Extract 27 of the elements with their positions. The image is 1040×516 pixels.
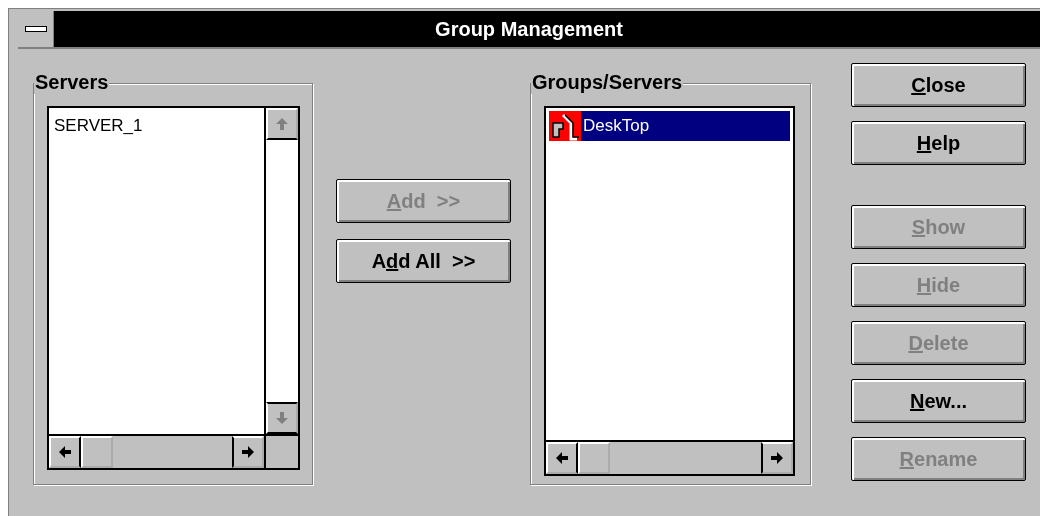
arrow-right-icon (241, 445, 255, 459)
horizontal-scrollbar[interactable] (546, 440, 793, 474)
minus-icon (24, 26, 47, 32)
scroll-thumb[interactable] (81, 436, 113, 468)
horizontal-scrollbar[interactable] (49, 434, 264, 468)
arrow-right-icon (770, 451, 784, 465)
arrow-left-icon (555, 451, 569, 465)
list-item[interactable]: SERVER_1 (52, 111, 261, 141)
window-title: Group Management (434, 17, 624, 41)
push-button[interactable]: New... (851, 379, 1026, 423)
push-button[interactable]: Add All >> (336, 239, 511, 283)
arrow-down-icon (275, 411, 289, 425)
scroll-up-button[interactable] (266, 108, 298, 140)
scroll-right-button[interactable] (761, 442, 793, 474)
vertical-scrollbar[interactable] (264, 108, 298, 434)
arrow-up-icon (275, 117, 289, 131)
group-icon (549, 111, 581, 141)
push-button[interactable]: Close (851, 63, 1026, 107)
list-item[interactable]: DeskTop (581, 111, 790, 141)
scroll-right-button[interactable] (232, 436, 264, 468)
scroll-left-button[interactable] (49, 436, 81, 468)
scroll-thumb[interactable] (578, 442, 610, 474)
arrow-left-icon (58, 445, 72, 459)
push-button[interactable]: Help (851, 121, 1026, 165)
scroll-left-button[interactable] (546, 442, 578, 474)
system-menu-button[interactable] (18, 11, 54, 47)
scroll-down-button[interactable] (266, 402, 298, 434)
